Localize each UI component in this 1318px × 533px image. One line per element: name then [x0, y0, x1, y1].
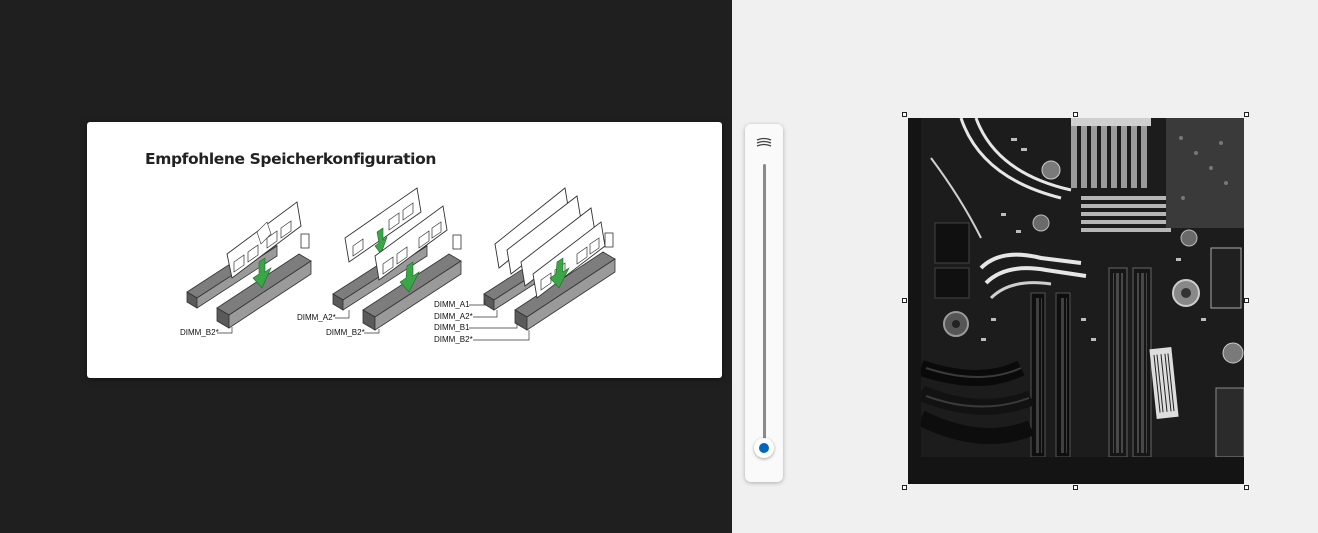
mountain-landscape-icon[interactable]	[755, 136, 773, 150]
zoom-slider-track[interactable]	[763, 164, 766, 454]
resize-handle-top-left[interactable]	[902, 112, 907, 117]
zoom-slider-thumb[interactable]	[754, 438, 774, 459]
dimm-label: DIMM_A2*	[434, 312, 473, 321]
resize-handle-right[interactable]	[1244, 298, 1249, 303]
dimm-label: DIMM_B2*	[180, 328, 219, 337]
dimm-label: DIMM_A1	[434, 300, 470, 309]
document-viewer-pane: Empfohlene Speicherkonfiguration DIMM_B2…	[0, 0, 732, 533]
resize-handle-top[interactable]	[1073, 112, 1078, 117]
zoom-slider-panel	[745, 124, 783, 482]
motherboard-image	[921, 118, 1244, 457]
resize-handle-bottom[interactable]	[1073, 485, 1078, 490]
resize-handle-bottom-right[interactable]	[1244, 485, 1249, 490]
resize-handle-left[interactable]	[902, 298, 907, 303]
document-page: Empfohlene Speicherkonfiguration DIMM_B2…	[87, 122, 722, 378]
dimm-label: DIMM_B1	[434, 323, 470, 332]
dimm-label: DIMM_A2*	[297, 313, 336, 322]
resize-handle-top-right[interactable]	[1244, 112, 1249, 117]
memory-config-diagram: DIMM_B2* DIMM_A2* DIMM_B2* DIMM_A1 DIMM_…	[180, 187, 616, 344]
motherboard-photo[interactable]	[908, 118, 1244, 484]
dimm-label: DIMM_B2*	[434, 335, 473, 344]
config-one-dimm: DIMM_B2*	[180, 201, 312, 337]
resize-handle-bottom-left[interactable]	[902, 485, 907, 490]
dimm-label: DIMM_B2*	[326, 328, 365, 337]
